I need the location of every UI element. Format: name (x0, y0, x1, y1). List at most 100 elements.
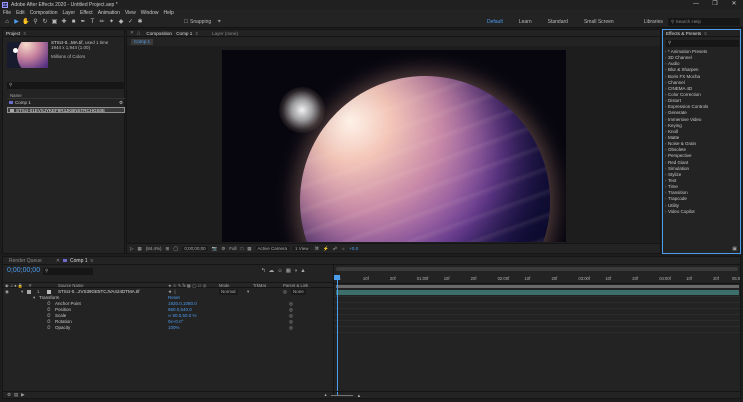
snapshot-icon[interactable]: 📷 (212, 246, 218, 252)
shy-icon[interactable]: ☺ (277, 268, 283, 274)
puppet-tool-icon[interactable]: ✱ (136, 18, 144, 26)
panel-menu-icon[interactable]: ≡ (91, 258, 94, 264)
shape-tool-icon[interactable]: ■ (70, 18, 78, 26)
mask-icon[interactable]: ◯ (173, 246, 178, 252)
menu-file[interactable]: File (3, 10, 11, 16)
hand-tool-icon[interactable]: ✋ (22, 18, 30, 26)
project-panel-tab[interactable]: Project ≡ (3, 30, 124, 37)
menu-animation[interactable]: Animation (98, 10, 120, 16)
view-layout-dropdown[interactable]: 1 View (293, 246, 311, 251)
grid-icon[interactable]: ⊞ (166, 246, 170, 252)
work-area-bar[interactable] (336, 285, 739, 288)
snapping-options-icon[interactable]: ⌖ (215, 18, 223, 26)
draft-3d-icon[interactable]: ☁ (269, 268, 275, 274)
menu-layer[interactable]: Layer (62, 10, 75, 16)
render-queue-tab[interactable]: Render Queue (9, 258, 42, 264)
transform-property-row[interactable]: ⏱ Opacity 100% ◎ (3, 325, 333, 331)
project-search-input[interactable]: ⚲ (7, 82, 125, 89)
workspace-standard[interactable]: Standard (548, 19, 568, 25)
layer-switches-toggle-icon[interactable]: ⚙ (7, 392, 11, 398)
flowchart-icon[interactable]: ☍ (333, 246, 338, 252)
menu-edit[interactable]: Edit (16, 10, 25, 16)
menu-effect[interactable]: Effect (80, 10, 93, 16)
time-ruler[interactable]: 0s10f20f01:00f10f20f02:00f10f20f03:00f10… (334, 274, 740, 284)
pan-behind-tool-icon[interactable]: ✚ (60, 18, 68, 26)
zoom-in-icon[interactable]: ▲ (357, 393, 361, 398)
transparency-grid-icon[interactable]: ▦ (247, 246, 251, 252)
camera-tool-icon[interactable]: ▣ (51, 18, 59, 26)
workspace-learn[interactable]: Learn (519, 19, 532, 25)
search-help-input[interactable]: ⚲ Search Help (668, 18, 740, 26)
flowchart-icon[interactable]: ⚙ (119, 100, 123, 106)
zoom-tool-icon[interactable]: ⚲ (32, 18, 40, 26)
restore-icon[interactable]: ❐ (706, 0, 724, 9)
panel-menu-icon[interactable]: ≡ (23, 31, 26, 36)
pen-tool-icon[interactable]: ✒ (79, 18, 87, 26)
project-item-footage[interactable]: STScI-01EVSJYKEF9R3JKBNSTRCHGS0E (7, 107, 125, 113)
workspace-default[interactable]: Default (487, 19, 503, 25)
brush-tool-icon[interactable]: ✏ (98, 18, 106, 26)
lock-icon[interactable]: △ (137, 30, 141, 36)
frame-blending-icon[interactable]: ▦ (286, 268, 291, 274)
home-icon[interactable]: ⌂ (3, 18, 11, 26)
zoom-slider[interactable] (330, 394, 353, 396)
minimize-icon[interactable]: — (687, 0, 705, 9)
timeline-graph-area[interactable]: 0s10f20f01:00f10f20f02:00f10f20f03:00f10… (333, 265, 740, 398)
playhead-handle[interactable] (334, 275, 340, 280)
in-out-toggle-icon[interactable]: ▶ (21, 392, 24, 398)
selection-tool-icon[interactable]: ▶ (13, 18, 21, 26)
stopwatch-icon[interactable]: ⏱ (47, 325, 51, 331)
fast-previews-icon[interactable]: ⚡ (323, 246, 329, 252)
guides-icon[interactable]: ▦ (137, 246, 141, 252)
composition-viewer[interactable] (127, 46, 660, 243)
property-value[interactable]: 100% (168, 325, 180, 331)
timeline-search-input[interactable]: ⚲ (43, 268, 93, 275)
type-tool-icon[interactable]: T (89, 18, 97, 26)
region-of-interest-icon[interactable]: □ (241, 246, 244, 251)
close-tab-icon[interactable]: ✕ (56, 258, 60, 264)
snapping-checkbox[interactable]: □ (184, 18, 189, 26)
reset-exposure-icon[interactable]: ☼ (341, 246, 345, 251)
menu-view[interactable]: View (125, 10, 136, 16)
comp-mini-flowchart-icon[interactable]: ↰ (261, 268, 266, 274)
comp-1-sub-tab[interactable]: Comp 1 (131, 38, 154, 45)
graph-editor-icon[interactable]: ▲ (300, 268, 305, 274)
effects-search-input[interactable]: ⚲ (666, 40, 739, 47)
motion-blur-icon[interactable]: ◑ (294, 268, 297, 274)
view-options-icon[interactable]: ⌘ (314, 246, 319, 252)
zoom-out-icon[interactable]: ▴ (324, 392, 326, 398)
project-item-comp[interactable]: Comp 1 ⚙ (7, 100, 125, 106)
workspace-small-screen[interactable]: Small Screen (584, 19, 614, 25)
eraser-tool-icon[interactable]: ◆ (117, 18, 125, 26)
new-item-icon[interactable]: ▣ (732, 246, 737, 252)
roto-brush-tool-icon[interactable]: ✓ (127, 18, 135, 26)
always-preview-icon[interactable]: ▷ (130, 246, 133, 252)
rotate-tool-icon[interactable]: ↻ (41, 18, 49, 26)
close-tab-icon[interactable]: ✕ (130, 30, 134, 36)
timecode-field[interactable]: 0;00;00;00 (182, 246, 208, 251)
layer-duration-bar[interactable] (336, 290, 739, 295)
zoom-dropdown[interactable]: (84.4%) (146, 246, 162, 251)
panel-menu-icon[interactable]: ≡ (704, 31, 707, 36)
layer-tab[interactable]: Layer (none) (212, 31, 238, 36)
exposure-value[interactable]: +0.0 (349, 246, 358, 251)
menu-help[interactable]: Help (163, 10, 173, 16)
column-name[interactable]: Name (10, 93, 22, 98)
panel-menu-icon[interactable]: ≡ (195, 31, 198, 36)
channel-icon[interactable]: ⚙ (221, 246, 225, 252)
transfer-controls-toggle-icon[interactable]: ▤ (14, 392, 18, 398)
playhead[interactable] (337, 275, 338, 395)
comp-1-timeline-tab[interactable]: Comp 1 (70, 258, 88, 264)
resolution-dropdown[interactable]: Full (229, 246, 236, 251)
camera-dropdown[interactable]: Active Camera (255, 246, 290, 251)
composition-tab[interactable]: Composition Comp 1 (143, 31, 192, 36)
close-icon[interactable]: ✕ (725, 0, 743, 9)
effects-category-item[interactable]: › Video Copilot (665, 209, 740, 215)
clone-stamp-tool-icon[interactable]: ✦ (108, 18, 116, 26)
expression-pick-whip-icon[interactable]: ◎ (289, 325, 293, 331)
layer-label-color[interactable] (27, 290, 31, 294)
time-navigator-bar[interactable] (336, 267, 738, 271)
menu-composition[interactable]: Composition (30, 10, 58, 16)
current-time-display[interactable]: 0;00;00;00 (7, 267, 40, 274)
workspace-libraries[interactable]: Libraries (644, 19, 663, 25)
